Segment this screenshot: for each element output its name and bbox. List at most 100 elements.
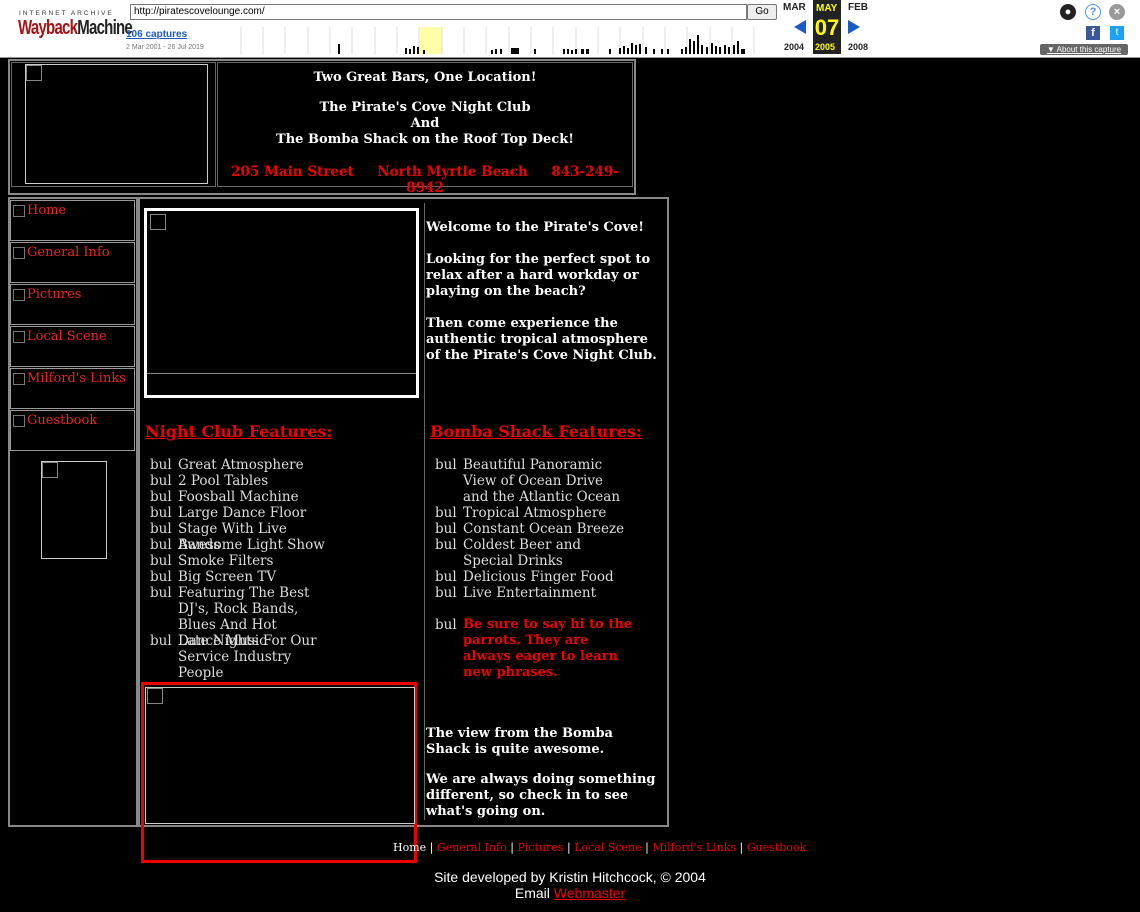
next-month[interactable]: FEB: [848, 2, 868, 13]
nav-general-info-label: General Info: [27, 245, 110, 260]
footer-nav: Home | General Info | Pictures | Local S…: [393, 841, 806, 854]
prev-year[interactable]: 2004: [784, 42, 804, 52]
bomba-shack-photo: [141, 682, 417, 863]
footer-link-home[interactable]: Home: [393, 841, 426, 854]
bomba-heading: Bomba Shack Features:: [430, 422, 642, 441]
current-year: 2005: [815, 42, 836, 52]
footer-link-general-info[interactable]: General Info: [437, 841, 507, 854]
header-line-3: And: [410, 116, 440, 131]
broken-image-icon: [42, 462, 58, 478]
column-divider: [424, 203, 425, 820]
broken-image-icon: [13, 415, 25, 427]
footer-link-guestbook[interactable]: Guestbook: [747, 841, 806, 854]
logo-part-1: Wayback: [18, 17, 78, 39]
view-paragraph-2: We are always doing something different,…: [426, 772, 656, 819]
footer-separator: |: [566, 841, 571, 854]
bullet: bul: [150, 473, 172, 489]
bullet: bul: [150, 569, 172, 585]
nav-guestbook-label: Guestbook: [27, 413, 98, 428]
email-line: Email Webmaster: [0, 885, 1140, 901]
photo-rule: [147, 373, 416, 374]
address: 205 Main Street: [231, 164, 354, 180]
prev-month[interactable]: MAR: [783, 2, 806, 13]
prev-arrow-icon[interactable]: [794, 20, 806, 34]
user-icon[interactable]: ●: [1060, 4, 1076, 20]
capture-range: 2 Mar 2001 - 26 Jul 2019: [126, 44, 204, 51]
bullet: bul: [150, 633, 172, 649]
list-item: Tropical Atmosphere: [463, 505, 607, 521]
footer-separator: |: [510, 841, 514, 854]
bullet: bul: [150, 457, 172, 473]
logo-part-2: Machine: [77, 17, 133, 39]
nav-local-scene[interactable]: Local Scene: [10, 326, 135, 367]
photo-frame: [145, 687, 415, 824]
nav-pictures-label: Pictures: [27, 287, 82, 302]
nav-home-label: Home: [27, 203, 67, 218]
next-arrow-icon[interactable]: [848, 20, 860, 34]
facebook-icon[interactable]: f: [1086, 26, 1100, 40]
footer-link-local-scene[interactable]: Local Scene: [574, 841, 641, 854]
nav-milfords-links[interactable]: Milford's Links: [10, 368, 135, 409]
wayback-logo[interactable]: WaybackMachine: [18, 17, 133, 40]
bullet: bul: [150, 537, 172, 553]
header-line-2: The Pirate's Cove Night Club: [319, 100, 531, 115]
help-icon[interactable]: ?: [1085, 4, 1101, 20]
list-item: Smoke Filters: [178, 553, 274, 569]
bullet: bul: [435, 505, 457, 521]
bullet: bul: [150, 489, 172, 505]
broken-image-icon: [13, 331, 25, 343]
close-icon[interactable]: ×: [1109, 4, 1125, 20]
webmaster-link[interactable]: Webmaster: [554, 885, 625, 901]
welcome-paragraph-2: Then come experience the authentic tropi…: [426, 316, 657, 363]
bullet: bul: [435, 569, 457, 585]
list-item: Big Screen TV: [178, 569, 277, 585]
parrots-note: Be sure to say hi to the parrots. They a…: [463, 617, 633, 680]
site-credit: Site developed by Kristin Hitchcock, © 2…: [434, 869, 706, 885]
list-item: Great Atmosphere: [178, 457, 304, 473]
footer-separator: |: [739, 841, 744, 854]
nav-general-info[interactable]: General Info: [10, 242, 135, 283]
nav-guestbook[interactable]: Guestbook: [10, 410, 135, 451]
go-button[interactable]: Go: [747, 4, 777, 20]
about-capture-label: About this capture: [1056, 45, 1122, 54]
list-item: Coldest Beer and Special Drinks: [463, 537, 582, 569]
bullet: bul: [150, 585, 172, 601]
list-item: Constant Ocean Breeze: [463, 521, 625, 537]
list-item: Live Entertainment: [463, 585, 597, 601]
welcome-title: Welcome to the Pirate's Cove!: [426, 220, 644, 235]
view-paragraph-1: The view from the Bomba Shack is quite a…: [426, 726, 613, 757]
next-year[interactable]: 2008: [848, 42, 868, 52]
list-item: 2 Pool Tables: [178, 473, 269, 489]
about-capture-link[interactable]: ▼ About this capture: [1040, 44, 1128, 55]
city: North Myrtle Beach: [377, 164, 528, 180]
footer-link-milfords-links[interactable]: Milford's Links: [652, 841, 736, 854]
bullet: bul: [150, 553, 172, 569]
broken-image-icon: [13, 205, 25, 217]
nav-pictures[interactable]: Pictures: [10, 284, 135, 325]
captures-link[interactable]: 106 captures: [126, 29, 187, 40]
bullet: bul: [435, 457, 457, 473]
bomba-features-list: bul Beautiful Panoramic View of Ocean Dri…: [435, 457, 665, 680]
current-day: 07: [814, 15, 840, 40]
header-line-1: Two Great Bars, One Location!: [313, 70, 537, 85]
nav-local-scene-label: Local Scene: [27, 329, 107, 344]
twitter-icon[interactable]: t: [1110, 26, 1124, 40]
logo-image: [25, 64, 208, 184]
bullet: bul: [150, 521, 172, 537]
nav-home[interactable]: Home: [10, 200, 135, 241]
footer-separator: |: [429, 841, 434, 854]
bullet: bul: [435, 617, 457, 633]
welcome-paragraph-1: Looking for the perfect spot to relax af…: [426, 252, 651, 299]
url-input[interactable]: http://piratescovelounge.com/: [130, 4, 747, 20]
capture-sparkline[interactable]: [219, 27, 759, 54]
broken-image-icon: [147, 688, 163, 704]
bullet: bul: [150, 505, 172, 521]
footer-link-pictures[interactable]: Pictures: [517, 841, 563, 854]
broken-image-icon: [13, 373, 25, 385]
bullet: bul: [435, 521, 457, 537]
broken-image-icon: [13, 289, 25, 301]
bullet: bul: [435, 537, 457, 553]
nightclub-heading: Night Club Features:: [145, 422, 333, 441]
bullet: bul: [435, 585, 457, 601]
broken-image-icon: [26, 65, 42, 81]
